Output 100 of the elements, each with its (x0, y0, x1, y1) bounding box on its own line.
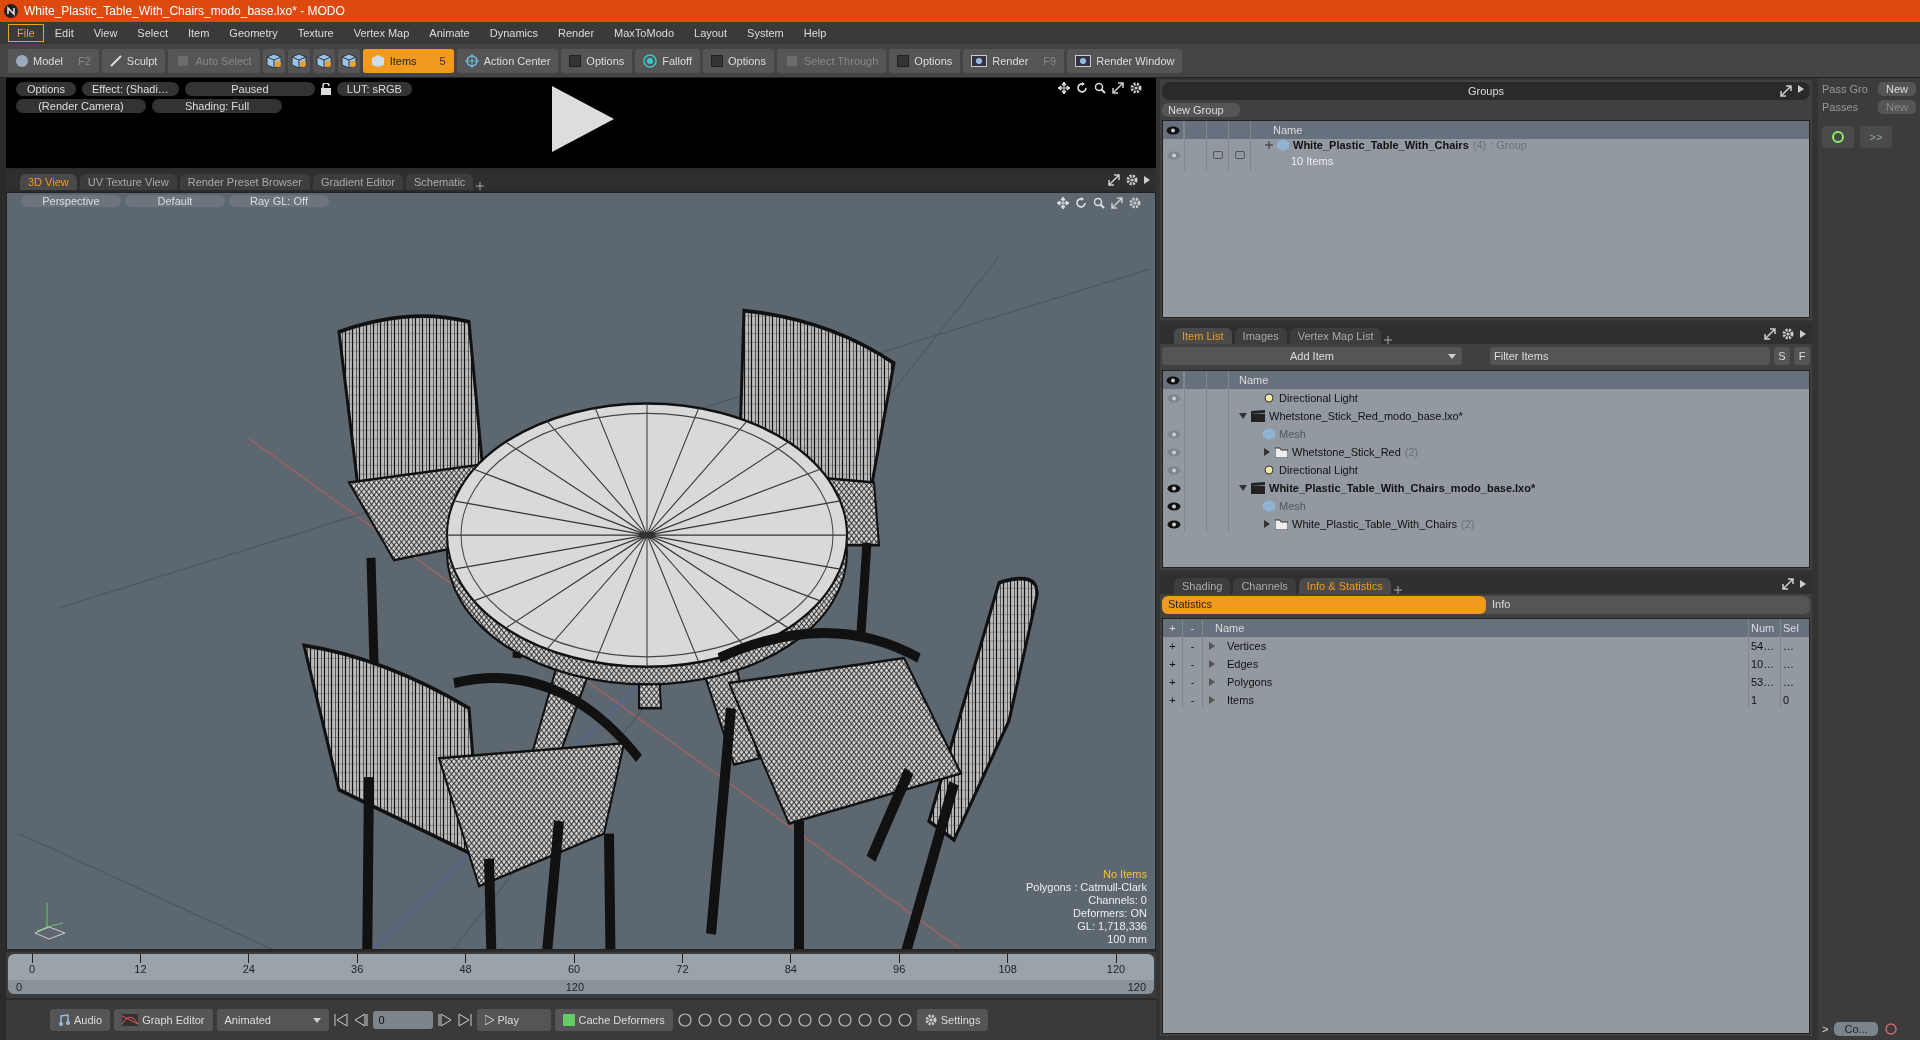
collapse-all-button[interactable]: - (1183, 691, 1203, 709)
item-name[interactable]: Whetstone_Stick_Red_modo_base.lxo* (1269, 410, 1463, 422)
preview-option[interactable]: Options (16, 82, 76, 96)
viewport-tab[interactable]: UV Texture View (79, 174, 177, 190)
maximize-icon[interactable] (1108, 174, 1120, 186)
expand-all-button[interactable]: + (1163, 655, 1183, 673)
caret-icon[interactable] (1263, 520, 1271, 528)
column-header[interactable]: Name (1229, 374, 1269, 386)
step-back-icon[interactable] (352, 1013, 369, 1027)
caret-icon[interactable] (1798, 85, 1804, 93)
eye-icon[interactable] (1166, 501, 1181, 511)
eye-icon[interactable] (1166, 125, 1180, 135)
eye-icon[interactable] (1166, 375, 1180, 385)
settings-icon[interactable] (1130, 82, 1142, 94)
filter-field[interactable]: Filter Items (1490, 347, 1770, 365)
preview-option[interactable]: Effect: (Shadi… (82, 82, 179, 96)
column-header[interactable]: - (1183, 619, 1203, 637)
maximize-icon[interactable] (1764, 328, 1776, 340)
preview-option[interactable]: LUT: sRGB (336, 82, 412, 96)
toolbar-button[interactable] (262, 48, 285, 73)
viewport-tab[interactable]: Gradient Editor (313, 174, 403, 190)
menu-item[interactable]: Edit (45, 24, 83, 42)
eye-icon[interactable] (1166, 519, 1181, 529)
panel-tab[interactable]: Images (1234, 328, 1287, 344)
menu-item[interactable]: Dynamics (480, 24, 547, 42)
caret-icon[interactable] (1800, 330, 1806, 338)
checkbox[interactable] (1234, 151, 1245, 159)
caret-icon[interactable] (1144, 176, 1150, 184)
skip-start-icon[interactable] (332, 1013, 349, 1027)
viewport-option[interactable]: Default (125, 195, 225, 207)
menu-item[interactable]: Layout (685, 24, 737, 42)
column-header[interactable]: Num (1749, 619, 1781, 637)
cache-deformers-button[interactable]: Cache Deformers (554, 1009, 673, 1031)
toolbar-button[interactable]: Options (889, 48, 961, 73)
menu-item[interactable]: Help (794, 24, 836, 42)
group-name[interactable]: White_Plastic_Table_With_Chairs (1293, 139, 1469, 151)
menu-item[interactable]: Select (128, 24, 177, 42)
new-pass-group-button[interactable]: New (1878, 82, 1916, 96)
caret-icon[interactable] (1263, 448, 1271, 456)
filter-toggle[interactable]: S (1774, 347, 1790, 365)
plus-icon[interactable] (1265, 141, 1273, 149)
add-item-dropdown[interactable]: Add Item (1162, 347, 1462, 365)
column-header[interactable]: + (1163, 619, 1183, 637)
viewport-tab[interactable]: Schematic (406, 174, 474, 190)
caret-icon[interactable] (1239, 412, 1247, 420)
command-field[interactable]: Co... (1834, 1022, 1878, 1036)
column-header[interactable]: Name (1209, 622, 1245, 634)
menu-item[interactable]: Geometry (220, 24, 287, 42)
rotate-icon[interactable] (1076, 82, 1088, 94)
viewport-tab[interactable]: Render Preset Browser (179, 174, 310, 190)
viewport-option[interactable]: Perspective (21, 195, 121, 207)
record-icon[interactable] (776, 1012, 793, 1028)
menu-item[interactable]: Texture (288, 24, 343, 42)
column-header[interactable]: Sel (1781, 619, 1809, 637)
toolbar-button[interactable] (287, 48, 310, 73)
step-forward-icon[interactable] (436, 1013, 453, 1027)
caret-icon[interactable] (1239, 484, 1247, 492)
mode-dropdown[interactable]: Animated (216, 1009, 329, 1031)
expand-all-button[interactable]: + (1163, 673, 1183, 691)
toolbar-button[interactable]: Options (561, 48, 633, 73)
frame-field[interactable]: 0 (372, 1011, 433, 1029)
toolbar-button[interactable]: Falloff (635, 48, 701, 73)
column-header[interactable]: Name (1251, 124, 1303, 136)
expand-all-button[interactable]: + (1163, 691, 1183, 709)
skip-end-icon[interactable] (456, 1013, 473, 1027)
filter-toggle[interactable]: F (1794, 347, 1810, 365)
timeline-ruler[interactable]: 0 12 24 36 48 60 72 84 96 108 120 (8, 954, 1154, 980)
circle-icon[interactable] (1883, 1022, 1898, 1036)
item-name[interactable]: White_Plastic_Table_With_Chairs (1292, 518, 1458, 530)
new-group-button[interactable]: New Group (1162, 103, 1240, 117)
panel-tab[interactable]: Vertex Map List (1289, 328, 1382, 344)
preview-option[interactable]: (Render Camera) (16, 99, 146, 113)
settings-icon[interactable] (1126, 174, 1138, 186)
graph-editor-button[interactable]: Graph Editor (114, 1009, 213, 1031)
menu-item[interactable]: Render (549, 24, 604, 42)
lock-icon[interactable] (320, 83, 331, 95)
subtab[interactable]: Statistics (1162, 596, 1486, 614)
menu-item[interactable]: System (738, 24, 793, 42)
play-button[interactable]: Play (476, 1009, 551, 1031)
add-tab-icon[interactable] (476, 182, 485, 190)
toolbar-button[interactable]: Render Window (1067, 48, 1183, 73)
toolbar-button[interactable]: Sculpt (101, 48, 166, 73)
menu-item[interactable]: Vertex Map (344, 24, 419, 42)
audio-button[interactable]: Audio (50, 1009, 111, 1031)
menu-item[interactable]: View (84, 24, 127, 42)
add-tab-icon[interactable] (1393, 586, 1402, 594)
maximize-icon[interactable] (1780, 85, 1792, 97)
more-button[interactable]: >> (1860, 126, 1892, 148)
item-name[interactable]: Directional Light (1279, 464, 1358, 476)
settings-icon[interactable] (1782, 328, 1794, 340)
add-tab-icon[interactable] (1384, 336, 1393, 344)
toolbar-button[interactable]: Items 5 (362, 48, 454, 73)
panel-tab[interactable]: Shading (1174, 578, 1231, 594)
subtab[interactable]: Info (1486, 596, 1810, 614)
item-name[interactable]: White_Plastic_Table_With_Chairs_modo_base.lxo* (1269, 482, 1536, 494)
menu-item[interactable]: Item (178, 24, 219, 42)
preview-option[interactable]: Paused (184, 82, 315, 96)
panel-tab[interactable]: Info & Statistics (1298, 578, 1391, 594)
panel-tab[interactable]: Channels (1233, 578, 1296, 594)
checkbox[interactable] (1212, 151, 1223, 159)
